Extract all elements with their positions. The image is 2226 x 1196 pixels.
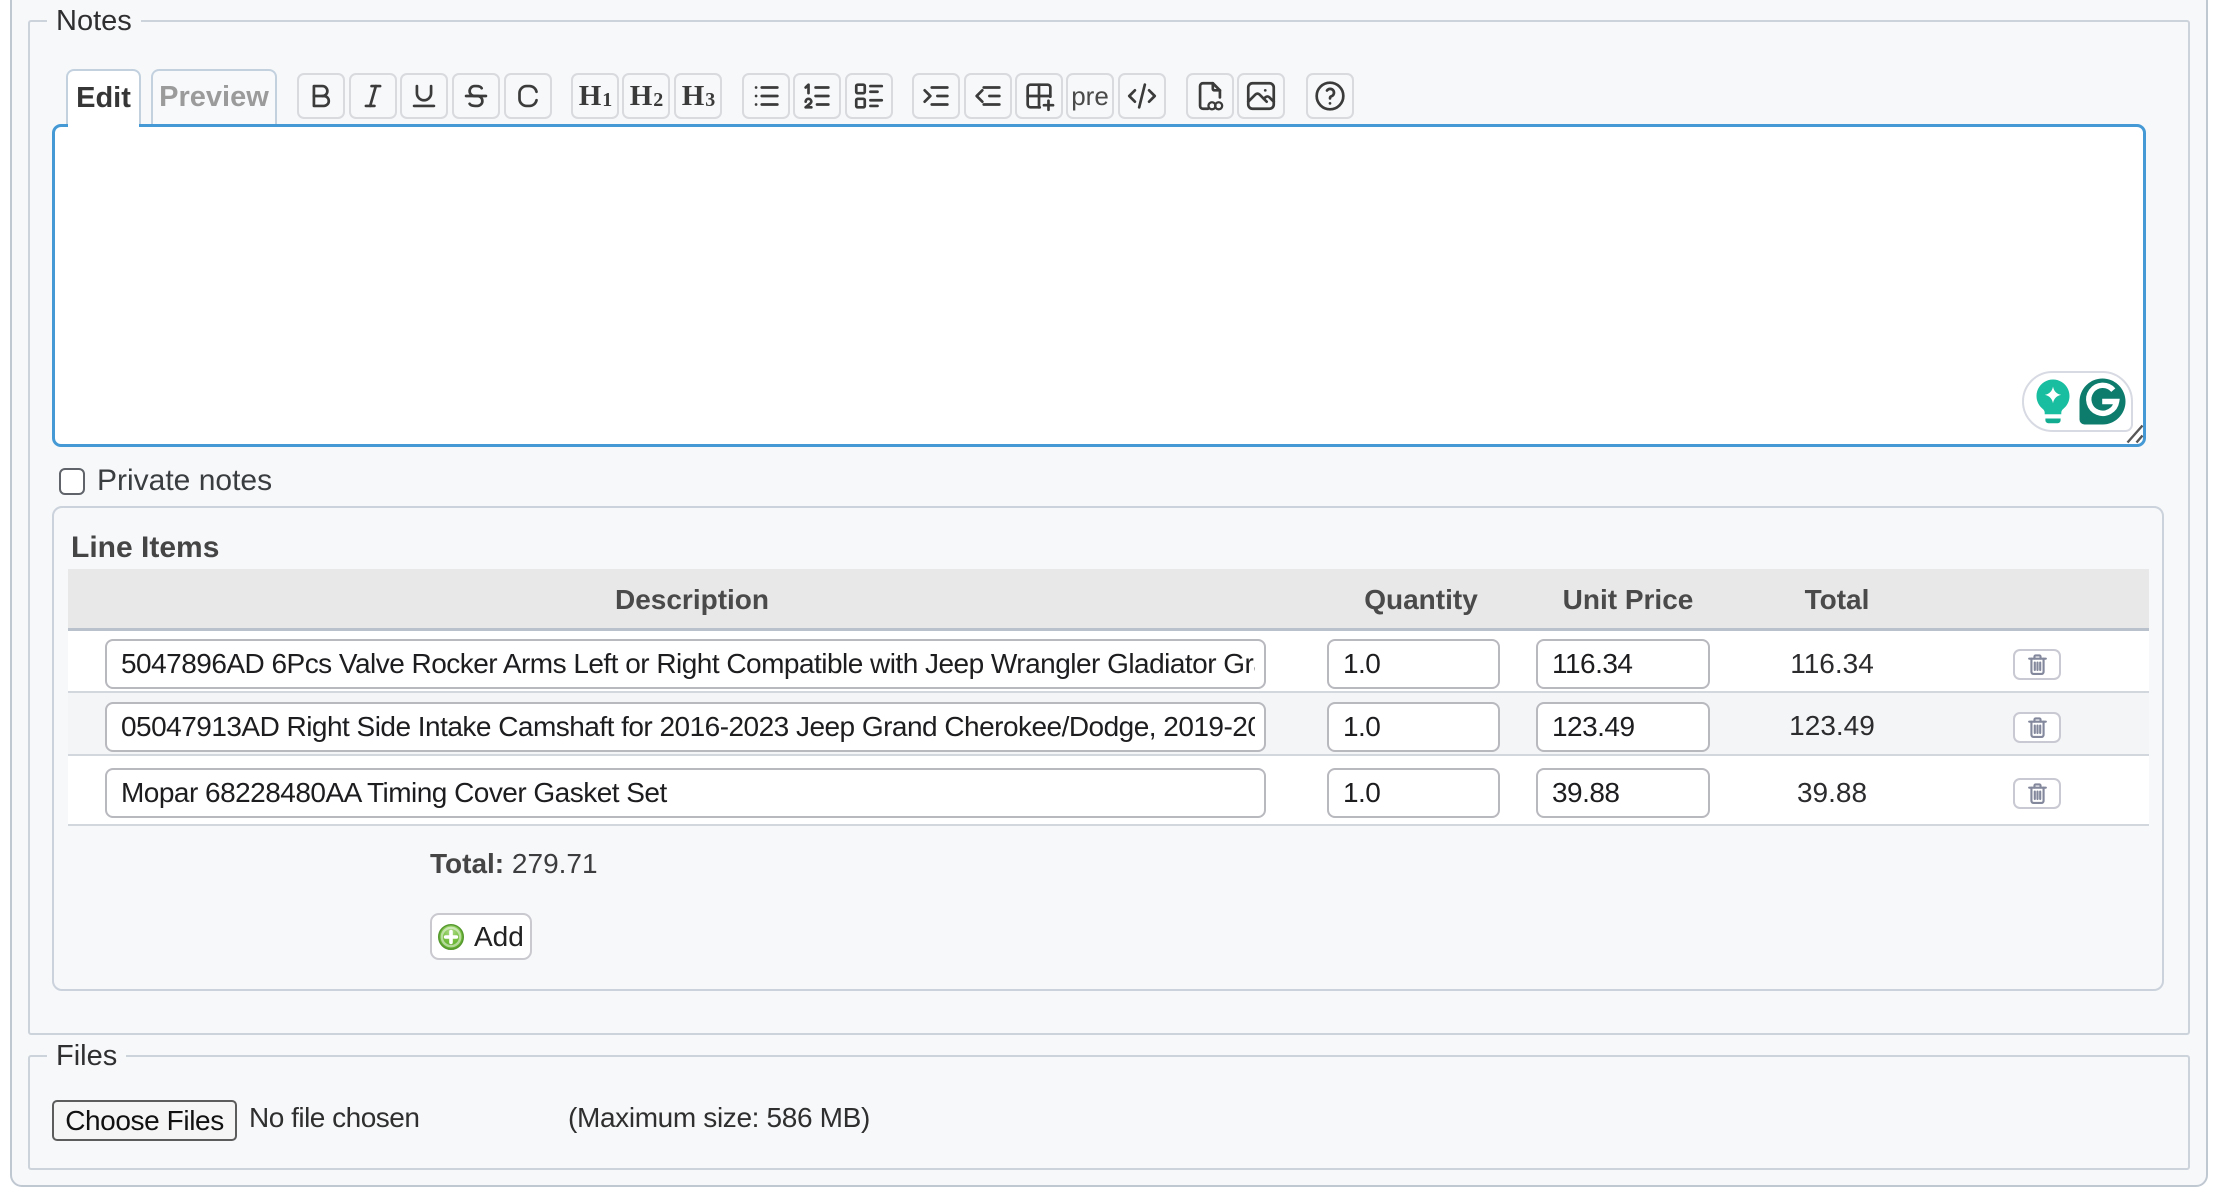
toolbar-wiki-link-file-button[interactable] (1186, 73, 1234, 119)
definition-list-icon (852, 79, 886, 113)
line-items-title: Line Items (71, 531, 219, 565)
quantity-input[interactable] (1327, 639, 1500, 689)
table-plus-icon (1022, 79, 1056, 113)
strikethrough-icon (459, 79, 493, 113)
grammarly-g-logo (2076, 375, 2129, 428)
column-header-total: Total (1805, 584, 1870, 616)
max-size-text: (Maximum size: 586 MB) (568, 1102, 870, 1134)
ordered-list-icon (800, 79, 834, 113)
underline-icon (407, 79, 441, 113)
toolbar-heading-3-button[interactable]: H3 (674, 73, 722, 119)
toolbar-code-block-button[interactable] (1118, 73, 1166, 119)
bold-icon (304, 79, 338, 113)
toolbar-preformatted-text-button[interactable]: pre (1066, 73, 1114, 119)
unordered-list-icon (749, 79, 783, 113)
heading-3-icon: H3 (682, 82, 715, 111)
description-input[interactable] (105, 639, 1266, 689)
toolbar-help-button[interactable] (1306, 73, 1354, 119)
notes-textarea[interactable] (52, 124, 2146, 447)
add-plus-icon (437, 923, 465, 951)
choose-files-button[interactable]: Choose Files (52, 1100, 237, 1141)
description-input[interactable] (105, 702, 1266, 752)
heading-1-icon: H1 (579, 82, 612, 111)
grammarly-lightbulb-icon (2035, 379, 2071, 425)
help-icon (1313, 79, 1347, 113)
italic-icon (356, 79, 390, 113)
add-button-label: Add (474, 921, 524, 953)
toolbar-indent-decrease-button[interactable] (964, 73, 1012, 119)
unit-price-input[interactable] (1536, 702, 1710, 752)
line-items-total: Total: 279.71 (430, 848, 598, 880)
toolbar-italic-button[interactable] (349, 73, 397, 119)
delete-row-button[interactable] (2013, 649, 2061, 680)
indent-decrease-icon (971, 79, 1005, 113)
quantity-input[interactable] (1327, 768, 1500, 818)
column-header-unit-price: Unit Price (1563, 584, 1694, 616)
toolbar-ordered-list-button[interactable] (793, 73, 841, 119)
delete-row-button[interactable] (2013, 778, 2061, 809)
wiki-link-file-icon (1193, 79, 1227, 113)
toolbar-letter-c-code-button[interactable] (504, 73, 552, 119)
row-total-value: 116.34 (1790, 648, 1874, 680)
heading-2-icon: H2 (630, 82, 663, 111)
trash-icon (2024, 651, 2051, 678)
toolbar-bold-button[interactable] (297, 73, 345, 119)
description-input[interactable] (105, 768, 1266, 818)
total-value: 279.71 (512, 848, 598, 879)
toolbar-image-button[interactable] (1237, 73, 1285, 119)
private-notes-label: Private notes (97, 464, 272, 498)
private-notes-checkbox[interactable] (59, 468, 85, 495)
tab-preview[interactable]: Preview (151, 69, 277, 124)
indent-increase-icon (919, 79, 953, 113)
column-header-description: Description (615, 584, 769, 616)
column-header-quantity: Quantity (1364, 584, 1478, 616)
image-icon (1244, 79, 1278, 113)
no-file-chosen-text: No file chosen (249, 1102, 419, 1134)
tab-edit[interactable]: Edit (66, 69, 141, 124)
toolbar-unordered-list-button[interactable] (742, 73, 790, 119)
row-total-value: 39.88 (1797, 777, 1867, 809)
total-label: Total: (430, 848, 504, 879)
files-legend: Files (47, 1036, 126, 1077)
toolbar-heading-2-button[interactable]: H2 (622, 73, 670, 119)
page: Notes Edit Preview H1 H2 H3 pre Private not… (0, 0, 2226, 1196)
unit-price-input[interactable] (1536, 768, 1710, 818)
add-line-item-button[interactable]: Add (430, 913, 532, 960)
toolbar-strikethrough-button[interactable] (452, 73, 500, 119)
toolbar-underline-button[interactable] (400, 73, 448, 119)
unit-price-input[interactable] (1536, 639, 1710, 689)
quantity-input[interactable] (1327, 702, 1500, 752)
toolbar-indent-increase-button[interactable] (912, 73, 960, 119)
code-block-icon (1125, 79, 1159, 113)
grammarly-widget[interactable] (2022, 371, 2133, 432)
toolbar-definition-list-button[interactable] (845, 73, 893, 119)
toolbar-table-plus-button[interactable] (1015, 73, 1063, 119)
row-total-value: 123.49 (1789, 710, 1875, 742)
letter-c-code-icon (511, 79, 545, 113)
preformatted-text-icon: pre (1071, 81, 1109, 112)
notes-legend: Notes (47, 1, 141, 42)
trash-icon (2024, 714, 2051, 741)
toolbar-heading-1-button[interactable]: H1 (571, 73, 619, 119)
delete-row-button[interactable] (2013, 712, 2061, 743)
trash-icon (2024, 780, 2051, 807)
